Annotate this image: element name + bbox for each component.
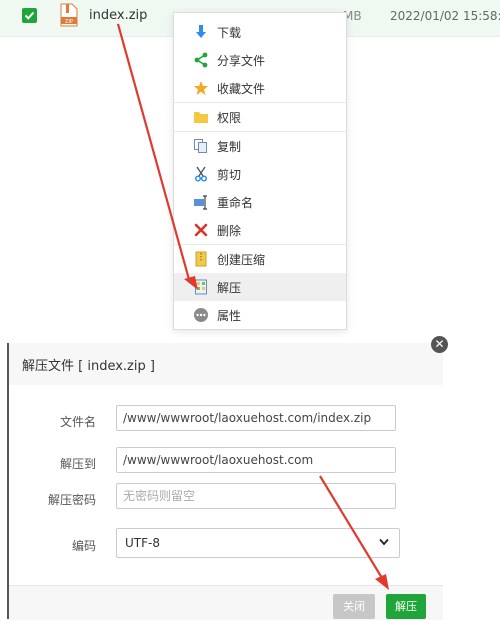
zip-file-icon: ZIP bbox=[60, 3, 78, 27]
menu-item-label: 下载 bbox=[217, 26, 242, 40]
scissors-icon bbox=[194, 166, 208, 182]
menu-item-label: 创建压缩 bbox=[217, 253, 266, 267]
menu-item-label: 收藏文件 bbox=[217, 82, 266, 96]
extract-to-label: 解压到 bbox=[59, 457, 96, 471]
file-modified-time: 2022/01/02 15:58:22 bbox=[390, 9, 500, 23]
menu-item-favorite[interactable]: 收藏文件 bbox=[174, 74, 346, 102]
extract-button[interactable]: 解压 bbox=[386, 594, 426, 619]
menu-item-download[interactable]: 下载 bbox=[174, 18, 346, 46]
star-icon bbox=[194, 81, 208, 95]
zip-file-icon-text: ZIP bbox=[65, 19, 73, 25]
menu-item-delete[interactable]: 删除 bbox=[174, 216, 346, 244]
menu-item-label: 解压 bbox=[217, 281, 242, 295]
menu-item-label: 权限 bbox=[217, 111, 242, 125]
dialog-title: 解压文件 [ index.zip ] bbox=[22, 359, 155, 374]
menu-item-compress[interactable]: 创建压缩 bbox=[174, 245, 346, 273]
menu-item-properties[interactable]: 属性 bbox=[174, 301, 346, 329]
menu-item-copy[interactable]: 复制 bbox=[174, 132, 346, 160]
filename-input[interactable] bbox=[116, 405, 396, 431]
menu-item-extract[interactable]: 解压 bbox=[174, 273, 346, 301]
chevron-down-icon bbox=[379, 538, 389, 546]
extract-icon bbox=[195, 279, 207, 295]
close-button[interactable]: 关闭 bbox=[333, 594, 375, 619]
extract-to-input[interactable] bbox=[116, 447, 396, 473]
folder-icon bbox=[194, 112, 208, 123]
rename-icon bbox=[194, 195, 207, 210]
filename-label: 文件名 bbox=[59, 415, 96, 429]
delete-icon bbox=[194, 223, 208, 237]
password-label: 解压密码 bbox=[47, 493, 96, 507]
menu-item-label: 分享文件 bbox=[217, 54, 266, 68]
menu-item-rename[interactable]: 重命名 bbox=[174, 188, 346, 216]
dialog-header: 解压文件 [ index.zip ] bbox=[9, 343, 443, 386]
encoding-value: UTF-8 bbox=[125, 536, 160, 550]
menu-item-cut[interactable]: 剪切 bbox=[174, 160, 346, 188]
copy-icon bbox=[194, 139, 207, 153]
password-input[interactable] bbox=[116, 483, 396, 509]
menu-item-label: 复制 bbox=[217, 140, 242, 154]
close-icon[interactable]: ✕ bbox=[431, 336, 448, 353]
menu-item-label: 属性 bbox=[217, 309, 242, 323]
menu-item-label: 重命名 bbox=[217, 196, 254, 210]
encoding-select[interactable]: UTF-8 bbox=[116, 528, 400, 558]
download-icon bbox=[196, 25, 206, 38]
menu-item-share[interactable]: 分享文件 bbox=[174, 46, 346, 74]
menu-item-permissions[interactable]: 权限 bbox=[174, 103, 346, 131]
dialog-footer bbox=[9, 585, 443, 620]
file-name[interactable]: index.zip bbox=[89, 8, 147, 23]
compress-icon bbox=[195, 251, 207, 267]
properties-icon bbox=[194, 308, 208, 322]
context-menu: 下载 分享文件 收藏文件 权限 复制 剪切 重命名 删除 创建压缩 解压 属性 bbox=[173, 12, 347, 330]
encoding-label: 编码 bbox=[71, 539, 96, 553]
share-icon bbox=[194, 52, 208, 68]
checkbox-checked[interactable] bbox=[22, 8, 37, 23]
menu-item-label: 剪切 bbox=[217, 168, 242, 182]
menu-item-label: 删除 bbox=[217, 224, 242, 238]
